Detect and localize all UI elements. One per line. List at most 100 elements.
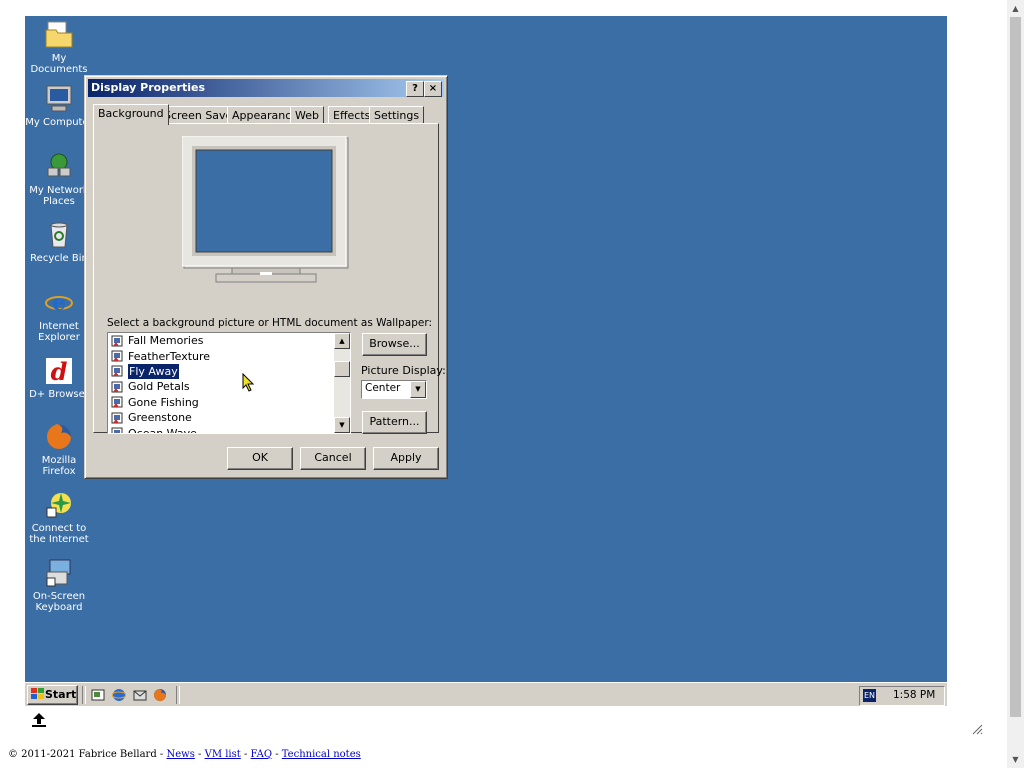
firefox-quicklaunch-icon[interactable] (153, 688, 167, 702)
tab-settings[interactable]: Settings (369, 106, 425, 124)
wallpaper-label: Select a background picture or HTML docu… (107, 317, 433, 329)
wallpaper-name: Greenstone (128, 411, 192, 425)
wallpaper-file-icon (111, 396, 123, 408)
keyboard-icon (46, 559, 71, 587)
ie-quicklaunch-icon[interactable] (112, 688, 126, 702)
ok-button[interactable]: OK (227, 447, 293, 470)
wallpaper-name: Gold Petals (128, 380, 190, 394)
mouse-cursor-icon (242, 373, 255, 392)
windows-logo-icon (31, 688, 44, 699)
desktop-icon-onscreen-keyboard[interactable]: On-Screen Keyboard (25, 558, 93, 613)
start-label: Start (45, 688, 77, 701)
system-tray: EN 1:58 PM (859, 686, 945, 706)
svg-text:d: d (51, 357, 68, 386)
ie-icon: e (45, 290, 73, 316)
page-scrollbar[interactable]: ▲ ▼ (1007, 0, 1024, 768)
desktop-icon-firefox[interactable]: Mozilla Firefox (25, 422, 93, 477)
chevron-down-icon[interactable]: ▼ (410, 381, 426, 398)
clock[interactable]: 1:58 PM (893, 689, 935, 701)
dialog-title: Display Properties (91, 81, 206, 94)
close-button[interactable]: × (424, 81, 442, 97)
desktop-icon-label: My Computer (25, 117, 93, 128)
network-icon (47, 153, 71, 177)
desktop-icon-label: Mozilla Firefox (41, 455, 77, 477)
page-scroll-up[interactable]: ▲ (1007, 0, 1024, 17)
folder-documents-icon (45, 21, 73, 48)
footer-link-technical-notes[interactable]: Technical notes (282, 749, 361, 760)
wallpaper-file-icon (111, 365, 123, 377)
pattern-button[interactable]: Pattern... (362, 411, 427, 434)
page-scroll-down[interactable]: ▼ (1007, 751, 1024, 768)
desktop-icon-label: D+ Browser (29, 389, 89, 400)
footer-link-news[interactable]: News (166, 749, 194, 760)
desktop-icon-my-computer[interactable]: My Computer (25, 84, 93, 128)
wallpaper-file-icon (111, 412, 123, 424)
svg-text:e: e (52, 290, 66, 316)
picture-display-select[interactable]: Center ▼ (361, 380, 427, 399)
wallpaper-list-item[interactable]: Greenstone (108, 410, 332, 425)
wallpaper-name: Ocean Wave (128, 426, 197, 434)
connect-icon (46, 493, 71, 518)
desktop-icon-d-browser[interactable]: d D+ Browser (25, 356, 93, 400)
desktop-icon-my-documents[interactable]: My Documents (25, 20, 93, 75)
outlook-quicklaunch-icon[interactable] (133, 688, 147, 702)
desktop-icon-label: My Documents (30, 53, 88, 75)
tab-web[interactable]: Web (290, 106, 324, 124)
language-indicator[interactable]: EN (863, 689, 876, 702)
tab-background[interactable]: Background (93, 104, 169, 125)
desktop-icon-label: Recycle Bin (30, 253, 88, 264)
page-scroll-thumb[interactable] (1010, 17, 1021, 717)
wallpaper-list-item[interactable]: FeatherTexture (108, 348, 332, 363)
d-browser-icon: d (46, 357, 72, 386)
scroll-thumb[interactable] (334, 361, 350, 377)
footer-copyright: © 2011-2021 Fabrice Bellard - (8, 749, 167, 760)
desktop-icon-recycle-bin[interactable]: Recycle Bin (25, 220, 93, 264)
wallpaper-list-item[interactable]: Fly Away (108, 363, 332, 379)
wallpaper-file-icon (111, 335, 123, 347)
wallpaper-list-item[interactable]: Gone Fishing (108, 395, 332, 410)
browse-button[interactable]: Browse... (362, 333, 427, 356)
desktop-icon-label: My Network Places (29, 185, 89, 207)
monitor-preview (182, 136, 349, 283)
firefox-icon (47, 424, 71, 449)
desktop-icon-label: Internet Explorer (38, 321, 80, 343)
desktop-icon-internet-explorer[interactable]: e Internet Explorer (25, 288, 93, 343)
wallpaper-scrollbar[interactable]: ▲ ▼ (334, 333, 350, 433)
wallpaper-name: Fly Away (128, 363, 179, 379)
wallpaper-file-icon (111, 350, 123, 362)
taskbar-divider (176, 686, 180, 704)
wallpaper-list-item[interactable]: Ocean Wave (108, 425, 332, 434)
desktop-icon-label: Connect to the Internet (29, 523, 89, 545)
resize-grip-icon[interactable] (971, 723, 983, 735)
footer: © 2011-2021 Fabrice Bellard - News - VM … (8, 749, 361, 760)
wallpaper-list: Fall Memories FeatherTexture Fly Away Gold … (108, 333, 332, 434)
wallpaper-list-item[interactable]: Fall Memories (108, 333, 332, 348)
picture-display-value: Center (365, 382, 401, 394)
dialog-titlebar[interactable]: Display Properties ? × (88, 79, 444, 97)
footer-link-vm-list[interactable]: VM list (205, 749, 241, 760)
desktop-icon-connect-internet[interactable]: Connect to the Internet (25, 490, 93, 545)
computer-icon (46, 85, 72, 112)
wallpaper-name: Gone Fishing (128, 395, 199, 409)
scroll-down-button[interactable]: ▼ (334, 417, 350, 433)
desktop-icon-network-places[interactable]: My Network Places (25, 152, 93, 207)
footer-link-faq[interactable]: FAQ (251, 749, 273, 760)
upload-icon[interactable] (30, 711, 48, 729)
scroll-up-button[interactable]: ▲ (334, 333, 350, 349)
display-properties-dialog: Display Properties ? × Background Screen… (84, 75, 448, 479)
wallpaper-name: FeatherTexture (128, 349, 211, 363)
start-button[interactable]: Start (27, 685, 78, 705)
taskbar: Start EN 1:58 PM (25, 682, 947, 706)
help-button[interactable]: ? (406, 81, 424, 97)
desktop: My Documents My Computer My Network Plac… (25, 16, 947, 706)
apply-button[interactable]: Apply (373, 447, 439, 470)
recycle-bin-icon (50, 222, 68, 248)
cancel-button[interactable]: Cancel (300, 447, 366, 470)
wallpaper-file-icon (111, 427, 123, 433)
wallpaper-listbox[interactable]: Fall Memories FeatherTexture Fly Away Gold … (107, 332, 351, 434)
wallpaper-list-item[interactable]: Gold Petals (108, 379, 332, 394)
wallpaper-name: Fall Memories (128, 334, 204, 348)
show-desktop-icon[interactable] (91, 688, 105, 702)
desktop-icon-label: On-Screen Keyboard (32, 591, 86, 613)
wallpaper-file-icon (111, 381, 123, 393)
